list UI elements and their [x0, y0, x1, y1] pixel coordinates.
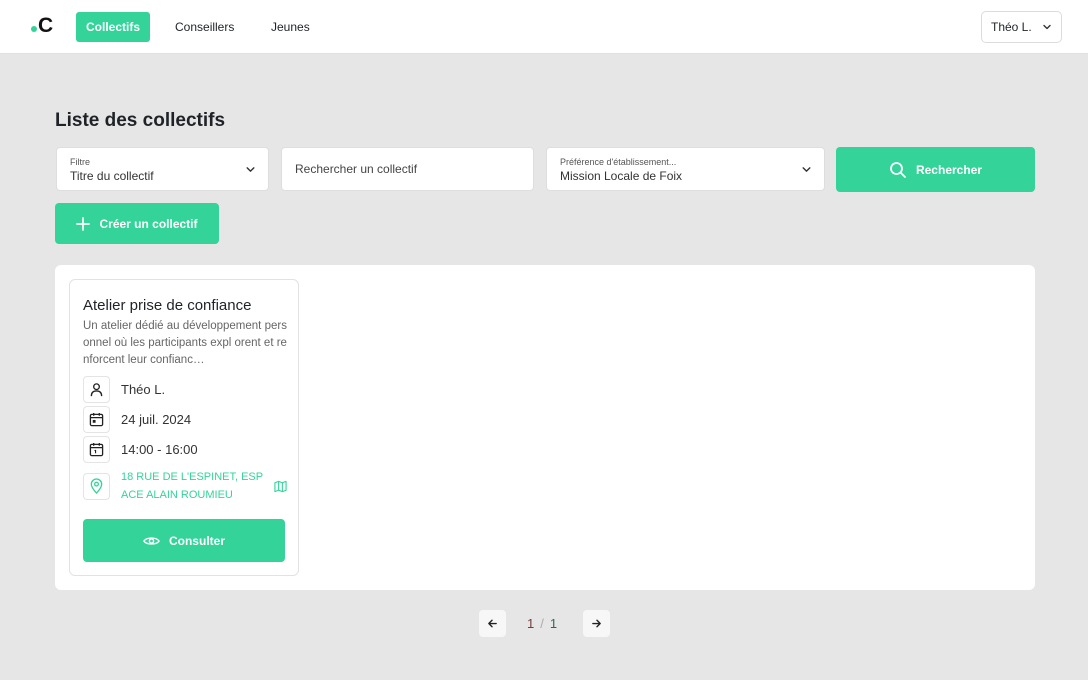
search-input[interactable]: [282, 148, 533, 190]
collectifs-list: Atelier prise de confiance Un atelier dé…: [55, 265, 1035, 590]
card-title: Atelier prise de confiance: [83, 297, 252, 314]
card-time: 14:00 - 16:00: [121, 442, 198, 457]
search-button[interactable]: Rechercher: [836, 147, 1035, 192]
create-button-label: Créer un collectif: [99, 216, 198, 231]
preference-value: Mission Locale de Foix: [560, 169, 683, 183]
arrow-left-icon: [488, 619, 497, 628]
map-icon[interactable]: [274, 480, 287, 493]
preference-label: Préférence d'établissement...: [560, 157, 677, 167]
pagination-separator: /: [540, 616, 544, 631]
tab-conseillers[interactable]: Conseillers: [165, 12, 244, 42]
app-logo[interactable]: C: [31, 14, 53, 38]
create-collectif-button[interactable]: Créer un collectif: [55, 203, 219, 244]
calendar-time-icon: [83, 436, 110, 463]
consult-button-label: Consulter: [168, 533, 225, 548]
search-icon: [890, 161, 906, 178]
page-title: Liste des collectifs: [55, 110, 226, 131]
chevron-down-icon: [1043, 24, 1051, 30]
card-time-row: 14:00 - 16:00: [83, 436, 198, 463]
next-page-button[interactable]: [583, 610, 610, 637]
calendar-icon: [83, 406, 110, 433]
tab-jeunes[interactable]: Jeunes: [261, 12, 320, 42]
logo-dot-icon: [31, 26, 37, 32]
chevron-down-icon: [802, 167, 811, 172]
filter-label: Filtre: [70, 157, 90, 167]
search-field: [281, 147, 534, 191]
filter-select[interactable]: Filtre Titre du collectif: [56, 147, 269, 191]
top-navbar: C Collectifs Conseillers Jeunes Théo L.: [0, 0, 1088, 54]
pagination-indicator: 1 / 1: [527, 616, 557, 631]
card-date-row: 24 juil. 2024: [83, 406, 191, 433]
filter-value: Titre du collectif: [70, 169, 154, 183]
collectif-card: Atelier prise de confiance Un atelier dé…: [69, 279, 299, 576]
establishment-preference-select[interactable]: Préférence d'établissement... Mission Lo…: [546, 147, 825, 191]
user-menu-button[interactable]: Théo L.: [981, 11, 1062, 43]
arrow-right-icon: [592, 619, 601, 628]
logo-letter: C: [38, 14, 54, 37]
user-name: Théo L.: [991, 20, 1032, 34]
card-address[interactable]: 18 RUE DE L'ESPINET, ESPACE ALAIN ROUMIE…: [121, 468, 269, 504]
total-pages: 1: [549, 616, 558, 631]
tab-collectifs[interactable]: Collectifs: [76, 12, 151, 42]
chevron-down-icon: [246, 167, 255, 172]
search-button-label: Rechercher: [915, 162, 983, 177]
plus-icon: [76, 216, 91, 231]
location-pin-icon: [83, 472, 110, 500]
user-icon: [83, 376, 110, 403]
card-advisor-row: Théo L.: [83, 376, 165, 403]
previous-page-button[interactable]: [479, 610, 506, 637]
card-description: Un atelier dédié au développement person…: [83, 320, 287, 366]
card-date: 24 juil. 2024: [121, 412, 192, 427]
current-page: 1: [527, 616, 535, 631]
consult-button[interactable]: Consulter: [83, 519, 285, 562]
card-advisor: Théo L.: [121, 382, 166, 397]
card-address-row: 18 RUE DE L'ESPINET, ESPACE ALAIN ROUMIE…: [83, 468, 287, 504]
eye-icon: [143, 536, 160, 545]
